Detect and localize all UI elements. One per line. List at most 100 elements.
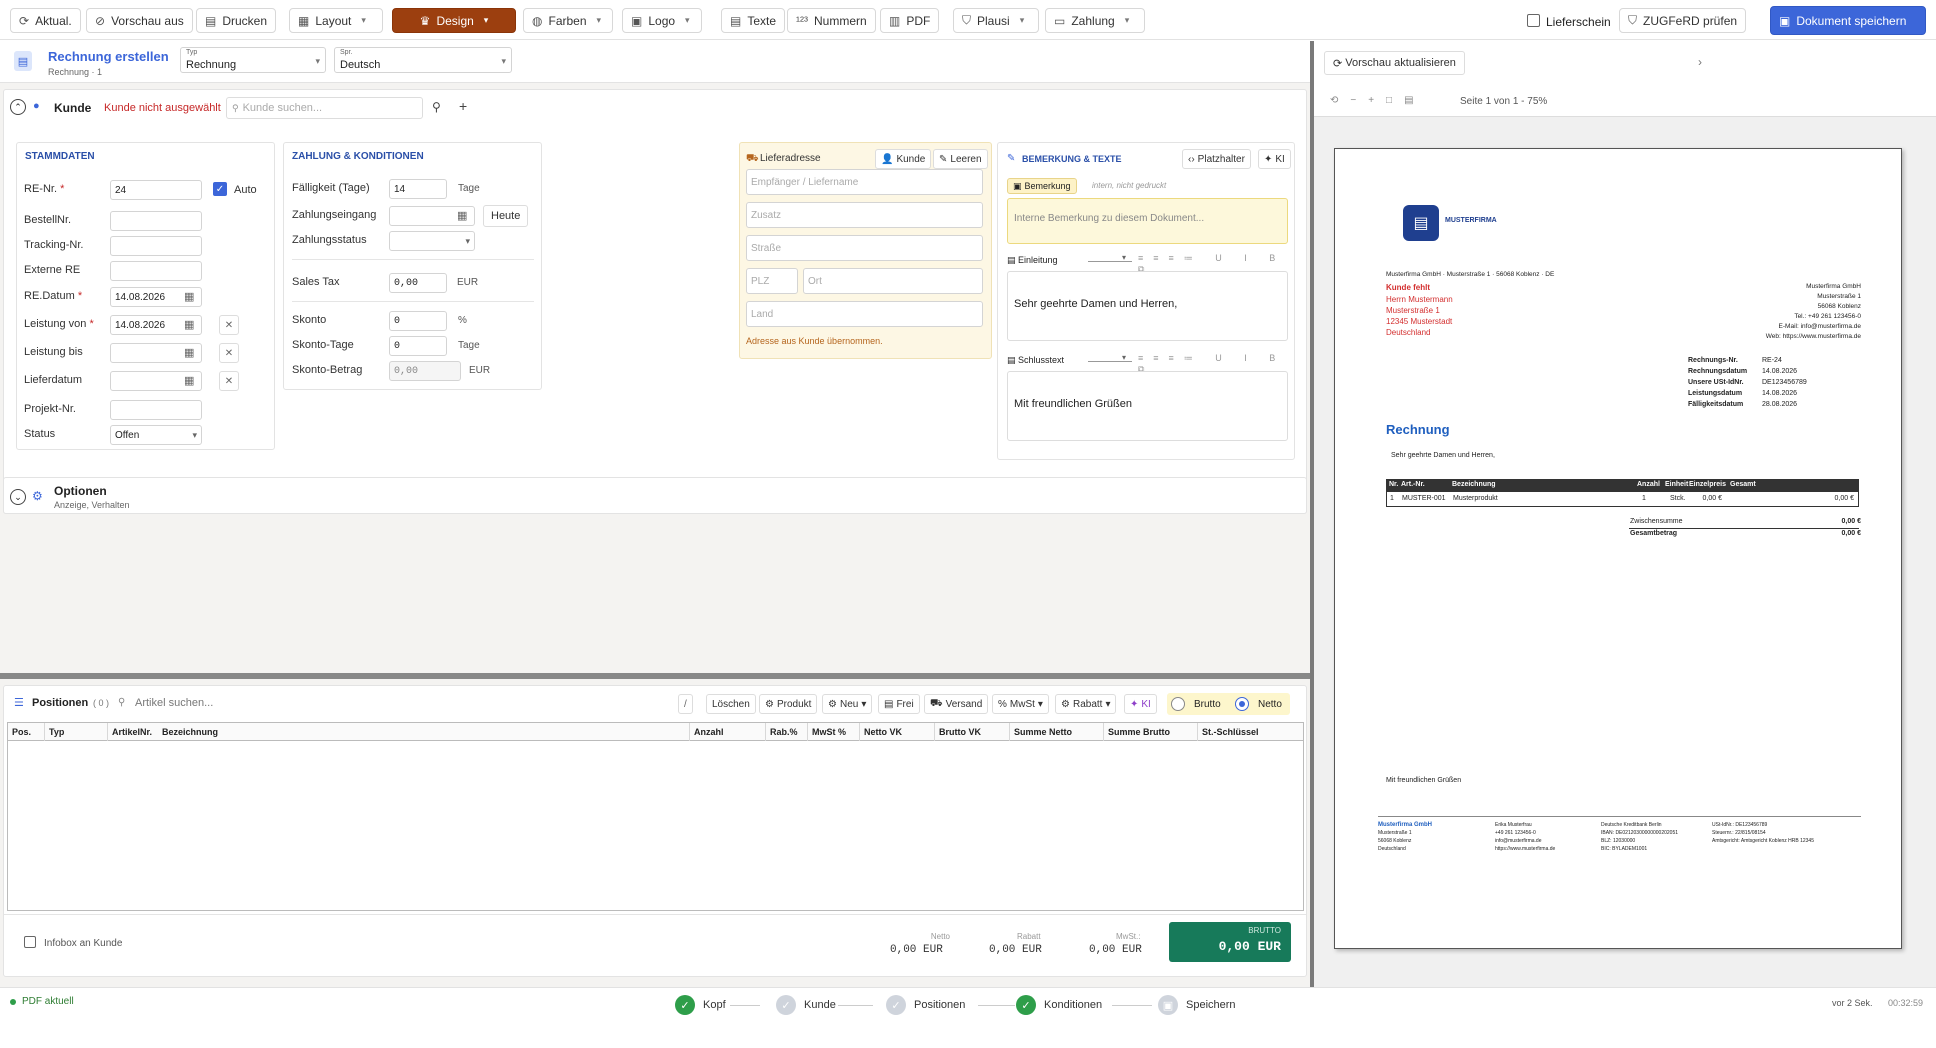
refresh-button[interactable]: ⟳ Aktual. <box>10 8 81 33</box>
language-select[interactable]: Spr. Deutsch ▾ <box>334 47 512 73</box>
col-mwst[interactable]: MwSt % <box>808 723 860 741</box>
print-button[interactable]: ▤ Drucken <box>196 8 277 33</box>
total-value: 0,00 € <box>1841 530 1861 537</box>
col-typ[interactable]: Typ <box>45 723 108 741</box>
col-summe-netto[interactable]: Summe Netto <box>1010 723 1104 741</box>
heute-button[interactable]: Heute <box>483 205 529 227</box>
platzhalter-button[interactable]: ‹› Platzhalter <box>1182 149 1251 169</box>
logo-button[interactable]: ▣ Logo ▾ <box>622 8 702 33</box>
empfaenger-input[interactable]: Empfänger / Liefername <box>746 169 983 195</box>
status-select[interactable]: Offen ▾ <box>110 425 202 445</box>
type-select[interactable]: Typ Rechnung ▾ <box>180 47 326 73</box>
layout-button[interactable]: ▦ Layout ▾ <box>289 8 383 33</box>
pdf-button[interactable]: ▥ PDF <box>880 8 940 33</box>
customer-search-input[interactable]: ⚲ Kunde suchen... <box>226 97 423 119</box>
search-icon[interactable]: ⚲ <box>432 100 441 114</box>
step-konditionen[interactable]: ✓ Konditionen <box>1016 995 1102 1015</box>
clear-leistung-bis-button[interactable]: ✕ <box>219 343 239 363</box>
clear-lieferdatum-button[interactable]: ✕ <box>219 371 239 391</box>
neu-button[interactable]: ⚙ Neu ▾ <box>822 694 873 714</box>
save-document-button[interactable]: ▣ Dokument speichern <box>1770 6 1926 35</box>
calendar-icon[interactable]: ▦ <box>184 290 194 303</box>
col-netto-vk[interactable]: Netto VK <box>860 723 935 741</box>
sales-tax-input[interactable]: 0,00 <box>389 273 447 293</box>
einleitung-textarea[interactable]: Sehr geehrte Damen und Herren, <box>1007 271 1288 341</box>
step-positionen[interactable]: ✓ Positionen <box>886 995 965 1015</box>
plz-input[interactable]: PLZ <box>746 268 798 294</box>
col-rabatt[interactable]: Rab.% <box>766 723 808 741</box>
zstatus-select[interactable]: ▾ <box>389 231 475 251</box>
projekt-input[interactable] <box>110 400 202 420</box>
extern-input[interactable] <box>110 261 202 281</box>
skonto-input[interactable]: 0 <box>389 311 447 331</box>
land-input[interactable]: Land <box>746 301 983 327</box>
rabatt-button[interactable]: ⚙ Rabatt ▾ <box>1055 694 1117 714</box>
chevron-right-icon[interactable]: › <box>1698 55 1702 69</box>
colors-button[interactable]: ◍ Farben ▾ <box>523 8 613 33</box>
skonto-tage-input[interactable]: 0 <box>389 336 447 356</box>
delivery-note-checkbox[interactable] <box>1527 14 1540 27</box>
preview-refresh-button[interactable]: ⟳ Vorschau aktualisieren <box>1324 51 1465 75</box>
clear-leistung-von-button[interactable]: ✕ <box>219 315 239 335</box>
person-icon: 👤 <box>881 153 894 165</box>
versand-button[interactable]: ⛟ Versand <box>924 694 989 714</box>
calendar-icon[interactable]: ▦ <box>184 346 194 359</box>
editor-area: ▤ Rechnung erstellen Rechnung · 1 Typ Re… <box>0 41 1310 673</box>
calendar-icon[interactable]: ▦ <box>184 318 194 331</box>
step-kopf[interactable]: ✓ Kopf <box>675 995 726 1015</box>
col-summe-brutto[interactable]: Summe Brutto <box>1104 723 1198 741</box>
liefer-kunde-button[interactable]: 👤 Kunde <box>875 149 932 169</box>
calendar-icon[interactable]: ▦ <box>184 374 194 387</box>
calendar-icon[interactable]: ▦ <box>457 209 467 222</box>
design-button[interactable]: ♛ Design ▾ <box>392 8 516 33</box>
col-artikelnr[interactable]: ArtikelNr. <box>108 723 159 741</box>
mwst-button[interactable]: % MwSt ▾ <box>992 694 1049 714</box>
divider <box>1378 816 1861 817</box>
optionen-section[interactable]: ⌄ ⚙ Optionen Anzeige, Verhalten <box>3 477 1307 514</box>
schluss-textarea[interactable]: Mit freundlichen Grüßen <box>1007 371 1288 441</box>
infobox-checkbox[interactable] <box>24 936 36 948</box>
search-icon: ⚲ <box>232 102 239 113</box>
article-search-input[interactable]: Artikel suchen... <box>135 697 213 709</box>
payment-button[interactable]: ▭ Zahlung ▾ <box>1045 8 1145 33</box>
collapse-icon[interactable]: ⌃ <box>10 99 26 115</box>
meta-value: 14.08.2026 <box>1762 390 1798 397</box>
frei-button[interactable]: ▤ Frei <box>878 694 920 714</box>
numbers-button[interactable]: ¹²³ Nummern <box>787 8 876 33</box>
produkt-button[interactable]: ⚙ Produkt <box>759 694 818 714</box>
expand-icon[interactable]: ⌄ <box>10 489 26 505</box>
zusatz-input[interactable]: Zusatz <box>746 202 983 228</box>
step-kunde[interactable]: ✓ Kunde <box>776 995 836 1015</box>
brutto-total: 0,00 EUR <box>1218 939 1281 954</box>
strasse-input[interactable]: Straße <box>746 235 983 261</box>
zstatus-label: Zahlungsstatus <box>292 234 367 246</box>
step-speichern[interactable]: ▣ Speichern <box>1158 995 1236 1015</box>
netto-radio[interactable] <box>1235 697 1249 711</box>
loeschen-button[interactable]: Löschen <box>706 694 756 714</box>
add-customer-icon[interactable]: + <box>459 98 467 114</box>
col-st-schluessel[interactable]: St.-Schlüssel <box>1198 723 1303 741</box>
tracking-input[interactable] <box>110 236 202 256</box>
sliders-icon: ⚙ <box>32 489 43 503</box>
ort-input[interactable]: Ort <box>803 268 983 294</box>
brutto-radio[interactable] <box>1171 697 1185 711</box>
auto-checkbox[interactable]: ✓ <box>213 182 227 196</box>
re-nr-input[interactable]: 24 <box>110 180 202 200</box>
liefer-leeren-button[interactable]: ✎ Leeren <box>933 149 988 169</box>
bestell-input[interactable] <box>110 211 202 231</box>
preview-off-button[interactable]: ⊘ Vorschau aus <box>86 8 193 33</box>
ki-button[interactable]: ✦ KI <box>1258 149 1291 169</box>
optionen-sub: Anzeige, Verhalten <box>54 500 130 510</box>
col-pos[interactable]: Pos. <box>8 723 45 741</box>
ki-button[interactable]: ✦ KI <box>1124 694 1157 714</box>
zugferd-button[interactable]: ⛉ ZUGFeRD prüfen <box>1619 8 1747 33</box>
code-icon: ‹› <box>1188 153 1195 165</box>
zoom-controls[interactable]: ⟲−+□▤ <box>1330 95 1426 106</box>
col-brutto-vk[interactable]: Brutto VK <box>935 723 1010 741</box>
col-bezeichnung[interactable]: Bezeichnung <box>158 723 690 741</box>
texts-button[interactable]: ▤ Texte <box>721 8 786 33</box>
bemerkung-textarea[interactable]: Interne Bemerkung zu diesem Dokument... <box>1007 198 1288 244</box>
plausi-button[interactable]: ⛉ Plausi ▾ <box>953 8 1039 33</box>
faellig-input[interactable]: 14 <box>389 179 447 199</box>
col-anzahl[interactable]: Anzahl <box>690 723 766 741</box>
